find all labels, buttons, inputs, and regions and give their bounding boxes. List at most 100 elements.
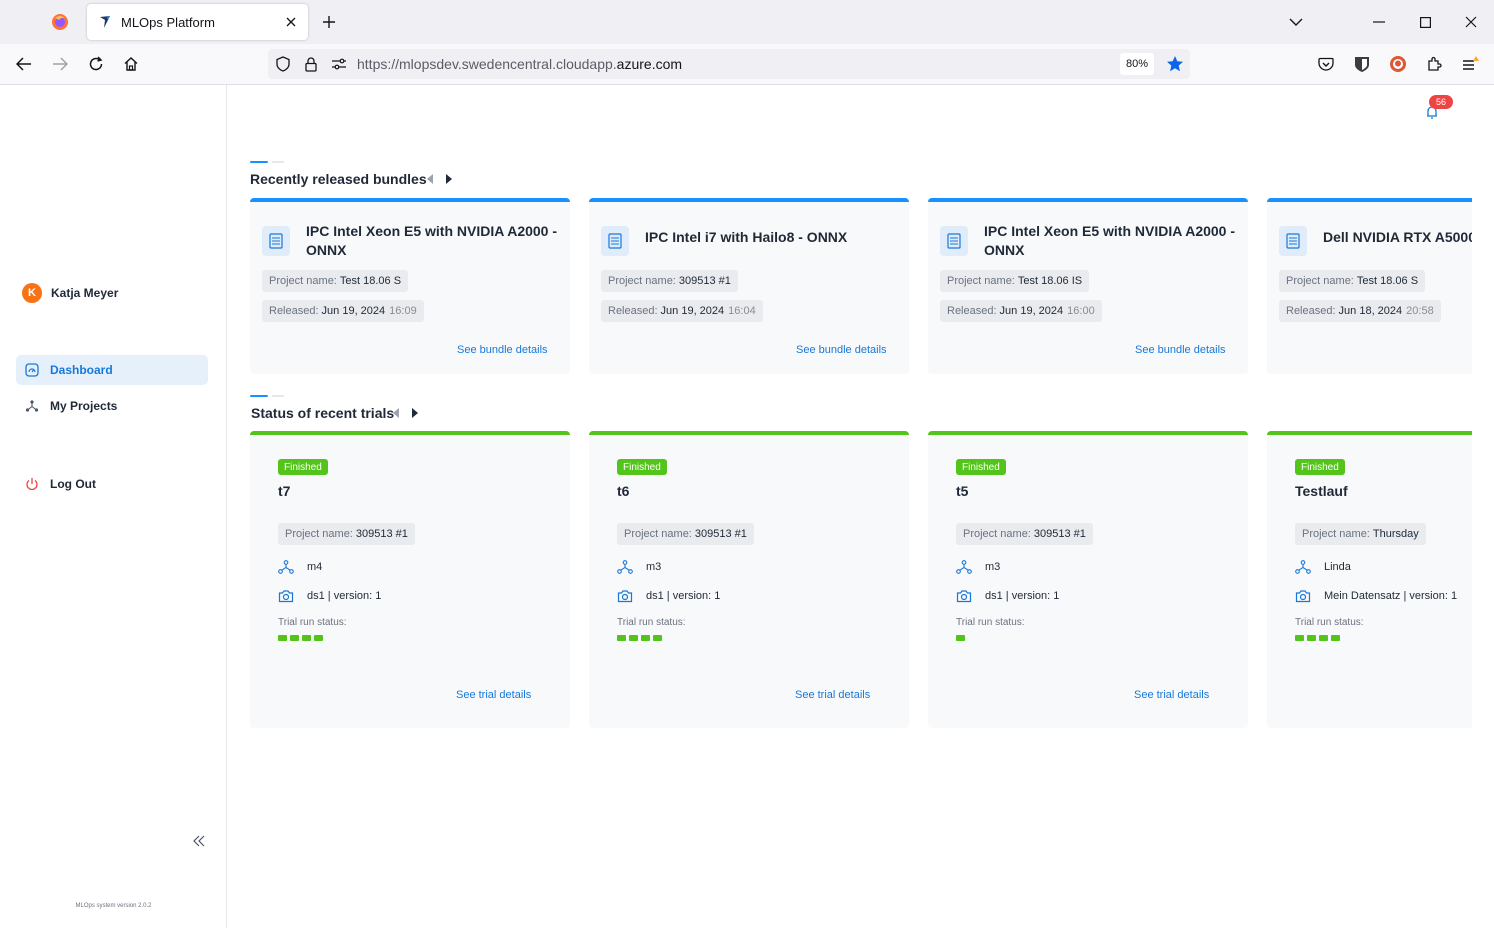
trial-card: Finished t7 Project name: 309513 #1 m4 ds… — [250, 431, 570, 728]
close-window-icon[interactable] — [1459, 10, 1483, 34]
forward-icon[interactable] — [48, 52, 72, 76]
see-trial-details-link[interactable]: See trial details — [795, 689, 870, 701]
trial-name: Testlauf — [1295, 483, 1348, 499]
released-date: Jun 18, 2024 — [1338, 305, 1403, 317]
trial-run-segment — [1295, 635, 1304, 641]
trials-pagination — [250, 395, 284, 397]
server-icon — [601, 226, 629, 256]
project-value: 309513 #1 — [355, 528, 408, 540]
project-label: Project name: — [963, 528, 1031, 540]
trial-card: Finished Testlauf Project name: Thursday … — [1267, 431, 1472, 728]
browser-tab[interactable]: MLOps Platform — [87, 4, 308, 40]
logout-label: Log Out — [50, 477, 96, 491]
bundle-card: IPC Intel i7 with Hailo8 - ONNX Project … — [589, 198, 909, 374]
status-badge: Finished — [956, 459, 1006, 475]
collapse-sidebar-icon[interactable] — [190, 832, 208, 850]
released-date: Jun 19, 2024 — [999, 305, 1064, 317]
pagination-dot[interactable] — [250, 161, 268, 163]
see-bundle-details-link[interactable]: See bundle details — [457, 344, 548, 356]
prev-arrow-icon[interactable] — [391, 407, 401, 419]
permissions-icon[interactable] — [331, 56, 347, 72]
next-arrow-icon[interactable] — [444, 173, 454, 185]
pocket-icon[interactable] — [1315, 53, 1337, 75]
sidebar-item-my-projects[interactable]: My Projects — [16, 391, 208, 421]
home-icon[interactable] — [119, 52, 143, 76]
released-label: Released: — [269, 305, 319, 317]
reload-icon[interactable] — [84, 52, 108, 76]
new-tab-icon[interactable] — [318, 11, 340, 33]
bundle-card: Dell NVIDIA RTX A5000 Project name: Test … — [1267, 198, 1472, 374]
project-value: 309513 #1 — [694, 528, 747, 540]
see-bundle-details-link[interactable]: See bundle details — [796, 344, 887, 356]
next-arrow-icon[interactable] — [410, 407, 420, 419]
sidebar-item-dashboard[interactable]: Dashboard — [16, 355, 208, 385]
notification-badge: 56 — [1429, 95, 1453, 109]
see-bundle-details-link[interactable]: See bundle details — [1135, 344, 1226, 356]
version-text: MLOps system version 2.0.2 — [75, 903, 152, 909]
project-value: 309513 #1 — [678, 275, 731, 287]
bundle-card: IPC Intel Xeon E5 with NVIDIA A2000 - ON… — [250, 198, 570, 374]
back-icon[interactable] — [12, 52, 36, 76]
tab-list-icon[interactable] — [1284, 10, 1308, 34]
model-name: m3 — [985, 561, 1001, 573]
logout-button[interactable]: Log Out — [16, 469, 208, 499]
trial-status-label: Trial run status: — [1295, 617, 1364, 628]
app-menu-icon[interactable] — [1459, 53, 1481, 75]
see-trial-details-link[interactable]: See trial details — [1134, 689, 1209, 701]
trial-run-bars — [1295, 635, 1340, 641]
pagination-dot[interactable] — [272, 395, 284, 397]
project-label: Project name: — [608, 275, 676, 287]
pagination-dot[interactable] — [272, 161, 284, 163]
trials-section-title: Status of recent trials — [251, 405, 395, 421]
maximize-icon[interactable] — [1413, 10, 1437, 34]
project-chip: Project name: 309513 #1 — [601, 270, 738, 292]
bitwarden-icon[interactable] — [1351, 53, 1373, 75]
project-label: Project name: — [1286, 275, 1354, 287]
extensions-icon[interactable] — [1423, 53, 1445, 75]
trial-status-label: Trial run status: — [617, 617, 686, 628]
see-trial-details-link[interactable]: See trial details — [456, 689, 531, 701]
project-label: Project name: — [624, 528, 692, 540]
released-date: Jun 19, 2024 — [660, 305, 725, 317]
camera-icon — [1295, 588, 1311, 604]
prev-arrow-icon[interactable] — [425, 173, 435, 185]
minimize-icon[interactable] — [1367, 10, 1391, 34]
shield-icon[interactable] — [275, 56, 291, 72]
url-bar[interactable]: https://mlopsdev.swedencentral.cloudapp.… — [268, 49, 1190, 79]
zoom-level[interactable]: 80% — [1120, 53, 1154, 75]
released-chip: Released: Jun 18, 2024 20:58 — [1279, 300, 1441, 322]
bundle-name: IPC Intel Xeon E5 with NVIDIA A2000 - ON… — [984, 223, 1236, 258]
url-host: azure.com — [616, 56, 683, 72]
bundle-name: IPC Intel i7 with Hailo8 - ONNX — [645, 229, 848, 245]
project-value: Test 18.06 IS — [1017, 275, 1083, 287]
released-chip: Released: Jun 19, 2024 16:09 — [262, 300, 424, 322]
user-profile[interactable]: K Katja Meyer — [22, 283, 118, 303]
lock-icon[interactable] — [303, 56, 319, 72]
trial-run-segment — [617, 635, 626, 641]
project-value: 309513 #1 — [1033, 528, 1086, 540]
project-chip: Project name: 309513 #1 — [617, 523, 754, 545]
pagination-dot[interactable] — [250, 395, 268, 397]
trial-status-label: Trial run status: — [956, 617, 1025, 628]
dataset-name: ds1 | version: 1 — [646, 590, 721, 602]
duckduckgo-icon[interactable] — [1387, 53, 1409, 75]
model-row: m3 — [617, 559, 661, 575]
project-chip: Project name: Test 18.06 S — [262, 270, 409, 292]
trial-run-segment — [314, 635, 323, 641]
close-tab-icon[interactable] — [282, 13, 300, 31]
trial-run-segment — [1307, 635, 1316, 641]
trial-run-segment — [641, 635, 650, 641]
url-text[interactable]: https://mlopsdev.swedencentral.cloudapp.… — [357, 56, 682, 72]
released-label: Released: — [1286, 305, 1336, 317]
sidebar-item-label: Dashboard — [50, 363, 113, 377]
firefox-icon[interactable] — [44, 6, 76, 38]
project-chip: Project name: Test 18.06 S — [1279, 270, 1426, 292]
status-badge: Finished — [617, 459, 667, 475]
project-label: Project name: — [1302, 528, 1370, 540]
project-label: Project name: — [285, 528, 353, 540]
bookmark-star-icon[interactable] — [1165, 54, 1185, 74]
url-prefix: https://mlopsdev.swedencentral.cloudapp. — [357, 56, 617, 72]
released-chip: Released: Jun 19, 2024 16:00 — [940, 300, 1102, 322]
model-icon — [617, 559, 633, 575]
trial-card: Finished t5 Project name: 309513 #1 m3 ds… — [928, 431, 1248, 728]
